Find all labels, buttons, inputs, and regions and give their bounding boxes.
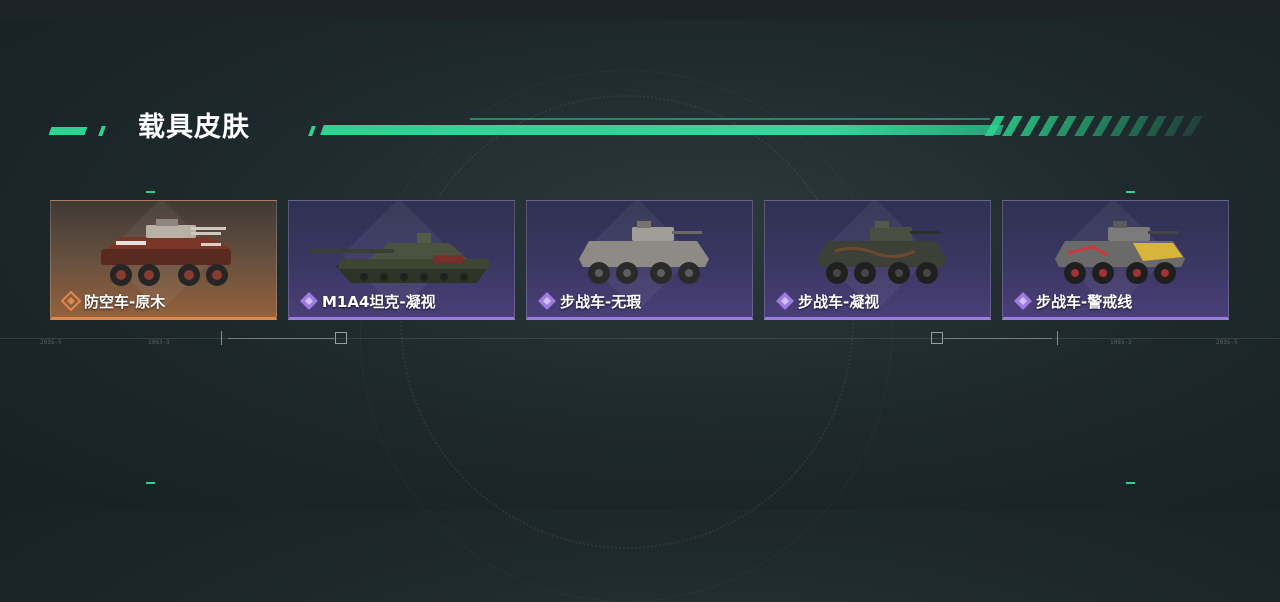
skin-card-label: M1A4坦克-凝视 — [299, 290, 436, 312]
infantry-fighting-vehicle-icon — [817, 221, 947, 284]
header-accent-tick — [98, 126, 106, 136]
tank-icon — [309, 233, 489, 283]
hud-readout: 1993-3 — [148, 339, 170, 346]
header-accent-tick-right — [308, 126, 316, 136]
hud-readout: 2035-5 — [1216, 339, 1238, 346]
hud-line-right — [944, 338, 1052, 339]
skin-card-label: 步战车-警戒线 — [1013, 290, 1132, 312]
skin-card-label: 防空车-原木 — [61, 290, 165, 312]
skin-card-label: 步战车-无瑕 — [537, 290, 641, 312]
hud-line-left — [228, 338, 334, 339]
skin-card-ifv-flawless[interactable]: 步战车-无瑕 — [526, 200, 753, 320]
infantry-fighting-vehicle-icon — [1055, 221, 1185, 284]
skin-card-aa-vehicle[interactable]: 防空车-原木 — [50, 200, 277, 320]
infantry-fighting-vehicle-icon — [579, 221, 709, 284]
corner-marker — [146, 482, 155, 484]
vehicle-skin-list: 防空车-原木 M1A4坦克-凝视 步战车-无瑕 步战车-凝视 步战车-警戒线 — [50, 200, 1230, 320]
top-band — [0, 0, 1280, 20]
header-thin-line — [470, 118, 990, 120]
skin-card-name: M1A4坦克-凝视 — [322, 292, 436, 311]
hud-tick — [1057, 331, 1058, 345]
hud-tick — [221, 331, 222, 345]
header-bar — [320, 125, 1004, 135]
page-title: 载具皮肤 — [138, 112, 250, 143]
hud-box-left — [335, 332, 347, 344]
hud-baseline — [0, 338, 1280, 339]
skin-card-name: 步战车-凝视 — [798, 292, 880, 311]
skin-card-m1a4-tank[interactable]: M1A4坦克-凝视 — [288, 200, 515, 320]
header-accent-left — [48, 127, 88, 135]
purple-diamond-icon — [538, 292, 556, 310]
skin-card-name: 步战车-无瑕 — [560, 292, 642, 311]
skin-card-label: 步战车-凝视 — [775, 290, 879, 312]
skin-card-ifv-gaze[interactable]: 步战车-凝视 — [764, 200, 991, 320]
corner-marker — [146, 191, 155, 193]
hud-box-right — [931, 332, 943, 344]
skin-card-name: 防空车-原木 — [84, 292, 166, 311]
corner-marker — [1126, 482, 1135, 484]
purple-diamond-icon — [300, 292, 318, 310]
background-ring-outer — [360, 70, 892, 602]
orange-diamond-icon — [61, 291, 81, 311]
corner-marker — [1126, 191, 1135, 193]
hud-readout: 2035-5 — [40, 339, 62, 346]
header-checker-pattern — [984, 116, 1206, 136]
anti-air-vehicle-icon — [101, 219, 231, 286]
hud-readout: 1993-3 — [1110, 339, 1132, 346]
skin-card-name: 步战车-警戒线 — [1036, 292, 1133, 311]
purple-diamond-icon — [1014, 292, 1032, 310]
skin-card-ifv-cordon[interactable]: 步战车-警戒线 — [1002, 200, 1229, 320]
purple-diamond-icon — [776, 292, 794, 310]
